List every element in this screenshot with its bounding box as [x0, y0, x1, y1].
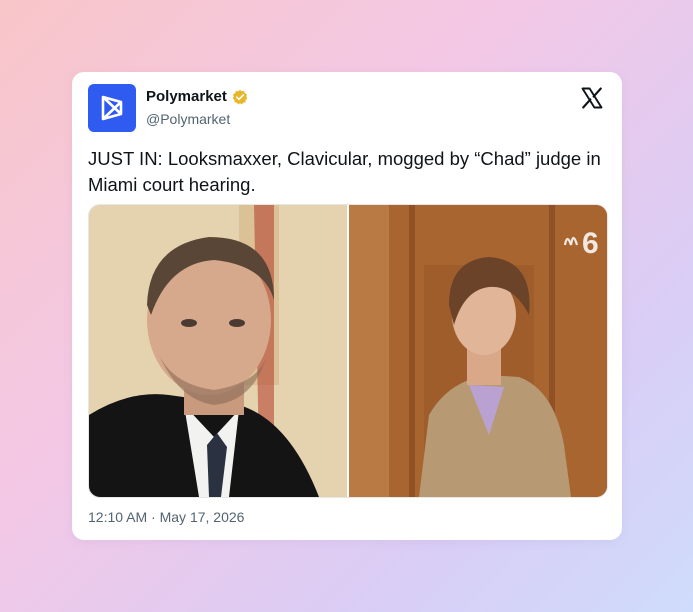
- post-text: JUST IN: Looksmaxxer, Clavicular, mogged…: [88, 148, 601, 195]
- verified-badge-icon: [232, 89, 248, 105]
- timestamp-separator: ·: [151, 509, 156, 525]
- channel-watermark: 6: [582, 227, 599, 260]
- account-name[interactable]: Polymarket: [146, 88, 227, 105]
- post-card[interactable]: Polymarket @Polymarket JUST IN: Looksmax…: [72, 72, 622, 540]
- courtroom-photo[interactable]: 6: [349, 205, 607, 497]
- post-timestamp[interactable]: 12:10 AM · May 17, 2026: [88, 509, 244, 525]
- name-row: Polymarket: [146, 88, 248, 105]
- post-media[interactable]: 6: [88, 204, 608, 498]
- courtroom-illustration: 6: [349, 205, 607, 497]
- post-date: May 17, 2026: [159, 509, 245, 525]
- polymarket-logo-icon: [101, 95, 123, 121]
- account-handle[interactable]: @Polymarket: [146, 111, 230, 127]
- post-header: Polymarket @Polymarket: [88, 84, 606, 132]
- x-logo-icon[interactable]: [580, 86, 604, 110]
- avatar[interactable]: [88, 84, 136, 132]
- judge-illustration: [89, 205, 347, 497]
- post-time: 12:10 AM: [88, 509, 148, 525]
- judge-photo[interactable]: [89, 205, 347, 497]
